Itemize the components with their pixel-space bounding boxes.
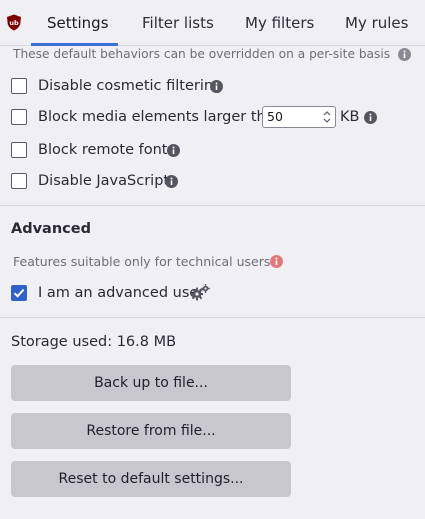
checkmark-icon bbox=[13, 288, 24, 298]
block-fonts-label: Block remote fonts bbox=[38, 142, 176, 158]
advanced-user-checkbox[interactable] bbox=[11, 285, 27, 301]
tab-settings[interactable]: Settings bbox=[47, 0, 109, 46]
gears-icon[interactable] bbox=[191, 284, 210, 301]
active-tab-indicator bbox=[31, 43, 118, 46]
block-media-label: Block media elements larger than bbox=[38, 109, 284, 125]
disable-cosmetic-label: Disable cosmetic filtering bbox=[38, 78, 223, 94]
disable-js-checkbox[interactable] bbox=[11, 173, 27, 189]
block-media-checkbox[interactable] bbox=[11, 109, 27, 125]
advanced-section-title: Advanced bbox=[11, 221, 91, 237]
info-icon[interactable] bbox=[210, 80, 223, 93]
advanced-hint: Features suitable only for technical use… bbox=[13, 254, 271, 269]
backup-button[interactable]: Back up to file... bbox=[11, 365, 291, 401]
info-icon[interactable] bbox=[167, 144, 180, 157]
restore-button[interactable]: Restore from file... bbox=[11, 413, 291, 449]
option-block-media[interactable]: Block media elements larger than 50 KB bbox=[11, 106, 391, 128]
info-icon[interactable] bbox=[364, 111, 377, 124]
block-fonts-checkbox[interactable] bbox=[11, 142, 27, 158]
tab-bar: ub Settings Filter lists My filters My r… bbox=[0, 0, 425, 46]
disable-js-label: Disable JavaScript bbox=[38, 173, 170, 189]
svg-text:ub: ub bbox=[9, 19, 19, 27]
defaults-hint: These default behaviors can be overridde… bbox=[13, 47, 391, 61]
tab-my-filters[interactable]: My filters bbox=[245, 0, 314, 46]
storage-used: Storage used: 16.8 MB bbox=[11, 334, 177, 350]
info-icon[interactable] bbox=[165, 175, 178, 188]
media-size-value: 50 bbox=[267, 109, 283, 124]
spinner-arrows-icon[interactable] bbox=[321, 109, 333, 125]
disable-cosmetic-checkbox[interactable] bbox=[11, 78, 27, 94]
advanced-user-label: I am an advanced user bbox=[38, 285, 205, 301]
section-divider bbox=[0, 205, 425, 206]
tab-my-rules[interactable]: My rules bbox=[345, 0, 408, 46]
tab-filter-lists[interactable]: Filter lists bbox=[142, 0, 214, 46]
ublock-origin-logo: ub bbox=[7, 14, 21, 31]
warning-info-icon[interactable] bbox=[270, 255, 283, 268]
info-icon[interactable] bbox=[398, 48, 411, 61]
reset-button[interactable]: Reset to default settings... bbox=[11, 461, 291, 497]
section-divider bbox=[0, 317, 425, 318]
media-size-unit: KB bbox=[340, 109, 360, 125]
media-size-input[interactable]: 50 bbox=[262, 106, 336, 128]
